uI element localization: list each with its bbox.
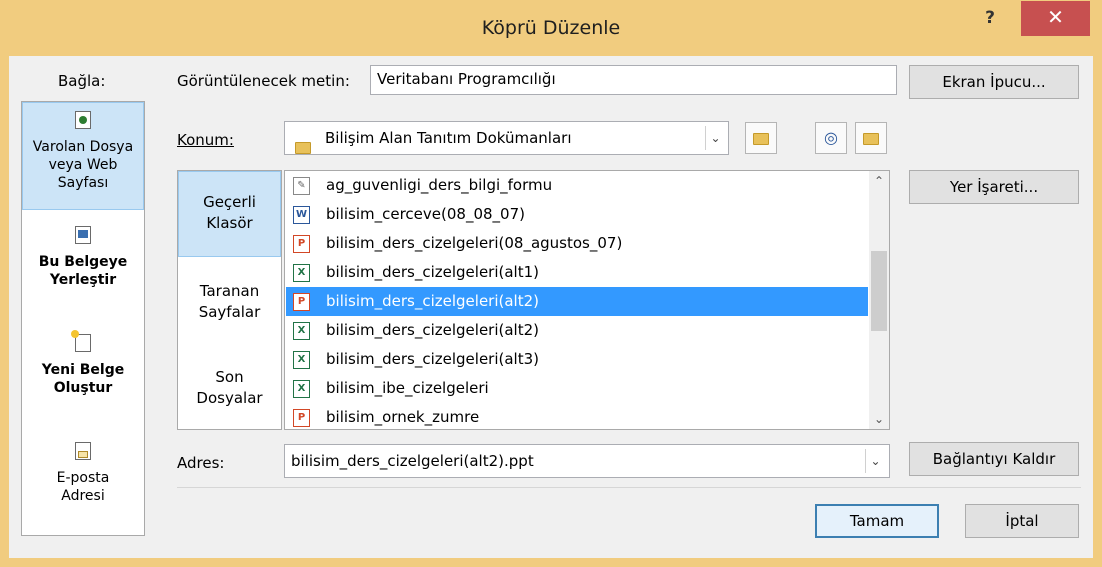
excel-icon: X	[293, 264, 310, 282]
powerpoint-icon: P	[293, 293, 310, 311]
new-document-icon	[71, 330, 91, 352]
cancel-button[interactable]: İptal	[965, 504, 1079, 538]
display-text-label: Görüntülenecek metin:	[177, 72, 350, 90]
chevron-down-icon[interactable]: ⌄	[865, 449, 885, 473]
powerpoint-icon: P	[293, 409, 310, 427]
scrollbar-thumb[interactable]	[871, 251, 887, 331]
chevron-down-icon[interactable]: ⌄	[705, 126, 725, 150]
list-item[interactable]: P bilisim_ornek_zumre	[286, 403, 868, 429]
link-place-in-document[interactable]: Bu Belgeye Yerleştir	[22, 222, 144, 322]
link-existing-file[interactable]: Varolan Dosya veya Web Sayfası	[22, 102, 144, 210]
browse-file-icon[interactable]	[855, 122, 887, 154]
link-new-document-label: Yeni Belge Oluştur	[41, 362, 125, 396]
browse-web-icon[interactable]: ◎	[815, 122, 847, 154]
address-label: Adres:	[177, 454, 225, 472]
list-item[interactable]: W bilisim_cerceve(08_08_07)	[286, 200, 868, 229]
list-item[interactable]: X bilisim_ders_cizelgeleri(alt2)	[286, 316, 868, 345]
title-bar: Köprü Düzenle ? ✕	[0, 0, 1102, 56]
tab-current-folder[interactable]: Geçerli Klasör	[178, 171, 281, 257]
word-icon: W	[293, 206, 310, 224]
file-name: bilisim_ibe_cizelgeleri	[326, 379, 489, 397]
tab-current-folder-label: Geçerli Klasör	[203, 193, 256, 232]
file-list-scrollbar[interactable]: ⌃ ⌄	[869, 171, 889, 429]
link-email-address-label: E-posta Adresi	[56, 470, 110, 504]
link-to-heading: Bağla:	[58, 72, 106, 90]
remove-link-button[interactable]: Bağlantıyı Kaldır	[909, 442, 1079, 476]
tab-browsed-pages-label: Taranan Sayfalar	[198, 282, 261, 321]
dialog-title: Köprü Düzenle	[481, 17, 621, 39]
excel-icon: X	[293, 380, 310, 398]
file-name: bilisim_cerceve(08_08_07)	[326, 205, 525, 223]
tab-recent-files[interactable]: Son Dosyalar	[178, 349, 281, 429]
list-item[interactable]: P bilisim_ders_cizelgeleri(08_agustos_07…	[286, 229, 868, 258]
link-existing-file-label: Varolan Dosya veya Web Sayfası	[32, 139, 134, 191]
link-email-address[interactable]: E-posta Adresi	[22, 442, 144, 532]
list-item-selected[interactable]: P bilisim_ders_cizelgeleri(alt2)	[286, 287, 868, 316]
scroll-up-icon[interactable]: ⌃	[869, 171, 889, 191]
display-text-input[interactable]: Veritabanı Programcılığı	[370, 65, 897, 95]
close-button[interactable]: ✕	[1021, 1, 1090, 36]
list-item[interactable]: X bilisim_ders_cizelgeleri(alt1)	[286, 258, 868, 287]
existing-file-icon	[75, 111, 91, 129]
tab-recent-files-label: Son Dosyalar	[196, 368, 263, 407]
look-in-value: Bilişim Alan Tanıtım Dokümanları	[325, 129, 572, 147]
help-button[interactable]: ?	[970, 4, 1010, 32]
edit-doc-icon: ✎	[293, 177, 310, 195]
screen-tip-button[interactable]: Ekran İpucu...	[909, 65, 1079, 99]
look-in-label: Konum:	[177, 131, 234, 149]
file-name: bilisim_ders_cizelgeleri(alt1)	[326, 263, 540, 281]
link-place-in-document-label: Bu Belgeye Yerleştir	[38, 254, 128, 288]
file-name: bilisim_ders_cizelgeleri(alt2)	[326, 292, 540, 310]
excel-icon: X	[293, 351, 310, 369]
look-in-combo[interactable]: Bilişim Alan Tanıtım Dokümanları ⌄	[284, 121, 729, 155]
file-name: bilisim_ornek_zumre	[326, 408, 480, 426]
bookmark-button[interactable]: Yer İşareti...	[909, 170, 1079, 204]
file-name: ag_guvenligi_ders_bilgi_formu	[326, 176, 553, 194]
place-in-document-icon	[75, 226, 91, 244]
email-icon	[75, 442, 91, 460]
list-item[interactable]: X bilisim_ders_cizelgeleri(alt3)	[286, 345, 868, 374]
link-to-bar: Varolan Dosya veya Web Sayfası Bu Belgey…	[21, 101, 145, 536]
list-item[interactable]: X bilisim_ibe_cizelgeleri	[286, 374, 868, 403]
address-combo[interactable]: bilisim_ders_cizelgeleri(alt2).ppt ⌄	[284, 444, 890, 478]
dialog-body: Bağla: Varolan Dosya veya Web Sayfası Bu…	[9, 56, 1093, 558]
file-name: bilisim_ders_cizelgeleri(08_agustos_07)	[326, 234, 623, 252]
dialog-window: Köprü Düzenle ? ✕ Bağla: Varolan Dosya v…	[0, 0, 1102, 567]
ok-button[interactable]: Tamam	[815, 504, 939, 538]
powerpoint-icon: P	[293, 235, 310, 253]
folder-icon	[295, 131, 311, 154]
link-new-document[interactable]: Yeni Belge Oluştur	[22, 330, 144, 432]
scroll-down-icon[interactable]: ⌄	[869, 409, 889, 429]
divider	[177, 487, 1081, 488]
excel-icon: X	[293, 322, 310, 340]
list-item[interactable]: ✎ ag_guvenligi_ders_bilgi_formu	[286, 171, 868, 200]
address-value: bilisim_ders_cizelgeleri(alt2).ppt	[291, 452, 534, 470]
file-name: bilisim_ders_cizelgeleri(alt3)	[326, 350, 540, 368]
file-name: bilisim_ders_cizelgeleri(alt2)	[326, 321, 540, 339]
location-tabs: Geçerli Klasör Taranan Sayfalar Son Dosy…	[177, 170, 282, 430]
tab-browsed-pages[interactable]: Taranan Sayfalar	[178, 263, 281, 343]
file-list: ✎ ag_guvenligi_ders_bilgi_formu W bilisi…	[284, 170, 890, 430]
up-folder-icon[interactable]	[745, 122, 777, 154]
